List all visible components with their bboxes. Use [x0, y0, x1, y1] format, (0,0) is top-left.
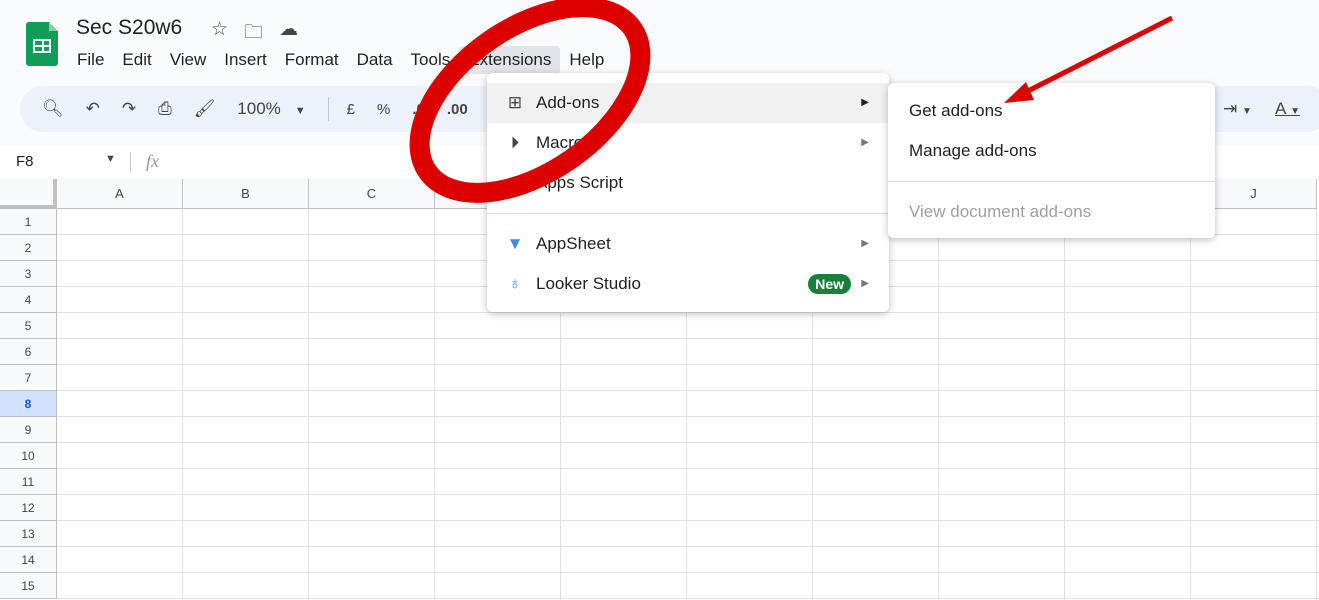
row-header-6[interactable]: 6	[0, 339, 57, 365]
grid-line	[57, 598, 1319, 599]
paint-format-icon[interactable]: 🖌︎	[194, 99, 216, 119]
menu-help[interactable]: Help	[560, 46, 613, 74]
row-header-3[interactable]: 3	[0, 261, 57, 287]
menu-insert[interactable]: Insert	[215, 46, 276, 74]
menu-bar: File Edit View Insert Format Data Tools …	[68, 46, 613, 74]
row-header-10[interactable]: 10	[0, 443, 57, 469]
zoom-select[interactable]: 100% ▼	[237, 99, 305, 119]
grid-line	[57, 312, 1319, 313]
chevron-down-icon[interactable]: ▼	[105, 153, 116, 165]
apps-script-icon: ⋰	[506, 173, 524, 192]
macros-play-icon: ⏵︎	[510, 133, 520, 152]
currency-button[interactable]: £	[347, 101, 355, 118]
menu-item-apps-script[interactable]: ⋰ Apps Script	[487, 163, 889, 203]
menu-tools[interactable]: Tools	[402, 46, 460, 74]
menu-item-view-document-add-ons: View document add-ons	[909, 202, 1092, 221]
row-header-12[interactable]: 12	[0, 495, 57, 521]
document-title[interactable]: Sec S20w6	[76, 16, 182, 40]
divider	[327, 97, 329, 121]
row-header-5[interactable]: 5	[0, 313, 57, 339]
decrease-decimal-button[interactable]: .0	[412, 101, 425, 118]
item-label: AppSheet	[536, 234, 611, 253]
item-label: Apps Script	[536, 173, 623, 192]
row-header-11[interactable]: 11	[0, 469, 57, 495]
row-header-2[interactable]: 2	[0, 235, 57, 261]
divider	[130, 152, 131, 172]
menu-item-looker-studio[interactable]: ♁ Looker Studio New ▶	[487, 264, 889, 304]
add-ons-icon: ⊞	[507, 93, 523, 112]
grid-line	[57, 338, 1319, 339]
row-header-8[interactable]: 8	[0, 391, 57, 417]
redo-icon[interactable]: ↷	[122, 99, 136, 119]
menu-item-macros[interactable]: ⏵︎ Macros ▶	[487, 123, 889, 163]
menu-edit[interactable]: Edit	[113, 46, 160, 74]
menu-data[interactable]: Data	[348, 46, 402, 74]
submenu-arrow-icon: ▶	[861, 97, 869, 108]
divider	[487, 213, 889, 214]
menu-format[interactable]: Format	[276, 46, 348, 74]
add-ons-submenu: Get add-ons Manage add-ons View document…	[888, 83, 1215, 238]
menu-item-add-ons[interactable]: ⊞ Add-ons ▶	[487, 83, 889, 123]
grid-line	[308, 209, 309, 600]
new-badge: New	[808, 274, 851, 294]
item-label: Macros	[536, 133, 592, 152]
row-header-4[interactable]: 4	[0, 287, 57, 313]
percent-button[interactable]: %	[377, 101, 390, 118]
row-header-15[interactable]: 15	[0, 573, 57, 599]
increase-decimal-button[interactable]: .00	[447, 101, 468, 118]
looker-studio-icon: ♁	[508, 274, 522, 293]
text-wrap-icon[interactable]: ⇥ ▼	[1223, 99, 1252, 119]
menu-item-appsheet[interactable]: ▼ AppSheet ▶	[487, 224, 889, 264]
row-header-14[interactable]: 14	[0, 547, 57, 573]
row-header-1[interactable]: 1	[0, 209, 57, 235]
menu-extensions[interactable]: Extensions	[459, 46, 561, 74]
row-header-7[interactable]: 7	[0, 365, 57, 391]
grid-line	[434, 209, 435, 600]
text-color-icon[interactable]: A ▼	[1275, 99, 1300, 119]
search-icon[interactable]: 🔍︎	[42, 99, 64, 119]
sheets-logo[interactable]	[26, 22, 58, 66]
name-box[interactable]: F8	[16, 153, 34, 170]
grid-line	[1316, 209, 1317, 600]
print-icon[interactable]: ⎙	[158, 99, 172, 119]
menu-view[interactable]: View	[161, 46, 216, 74]
column-header-a[interactable]: A	[57, 179, 183, 209]
zoom-value: 100%	[237, 99, 281, 118]
submenu-arrow-icon: ▶	[861, 278, 869, 289]
item-label: Add-ons	[536, 93, 600, 112]
grid-line	[57, 494, 1319, 495]
divider	[888, 181, 1215, 182]
column-header-c[interactable]: C	[309, 179, 435, 209]
grid-line	[57, 390, 1319, 391]
row-header-9[interactable]: 9	[0, 417, 57, 443]
grid-line	[57, 520, 1319, 521]
submenu-arrow-icon: ▶	[861, 137, 869, 148]
appsheet-icon: ▼	[506, 234, 524, 253]
submenu-arrow-icon: ▶	[861, 238, 869, 249]
grid-line	[57, 442, 1319, 443]
grid-line	[57, 364, 1319, 365]
chevron-down-icon: ▼	[294, 105, 306, 117]
grid-line	[57, 468, 1319, 469]
undo-icon[interactable]: ↶	[86, 99, 100, 119]
menu-item-manage-add-ons[interactable]: Manage add-ons	[888, 131, 1215, 171]
extensions-menu: ⊞ Add-ons ▶ ⏵︎ Macros ▶ ⋰ Apps Script ▼ AppShe…	[487, 73, 889, 312]
grid-line	[1190, 209, 1191, 600]
grid-line	[57, 546, 1319, 547]
select-all-corner[interactable]	[0, 179, 57, 209]
grid-line	[57, 572, 1319, 573]
grid-line	[1064, 209, 1065, 600]
item-label: Looker Studio	[536, 274, 641, 293]
fx-icon: fx	[146, 151, 159, 171]
grid-line	[57, 416, 1319, 417]
column-header-b[interactable]: B	[183, 179, 309, 209]
grid-line	[938, 209, 939, 600]
row-header-13[interactable]: 13	[0, 521, 57, 547]
menu-file[interactable]: File	[68, 46, 113, 74]
menu-item-get-add-ons[interactable]: Get add-ons	[888, 91, 1215, 131]
grid-line	[182, 209, 183, 600]
